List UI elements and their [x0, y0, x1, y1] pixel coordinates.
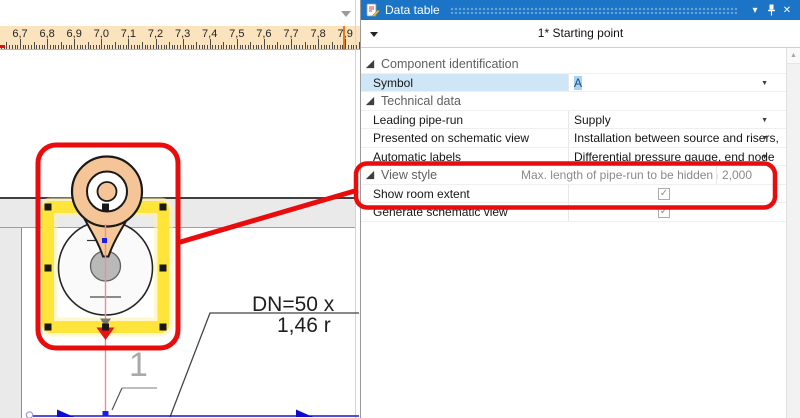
- panel-title: Data table: [385, 3, 440, 17]
- property-value[interactable]: ✓: [569, 185, 786, 203]
- length-dimension-label: 1,46 r: [277, 314, 360, 338]
- checkbox[interactable]: ✓: [658, 188, 670, 200]
- value-text: Supply: [574, 113, 611, 127]
- value-text: Differential pressure gauge, end node: [574, 150, 775, 164]
- scroll-up-button[interactable]: ▲: [787, 48, 800, 64]
- data-table-icon: [366, 3, 380, 17]
- group-label: View style: [381, 166, 437, 184]
- property-value[interactable]: ✓: [569, 203, 786, 221]
- property-label[interactable]: Symbol: [361, 74, 569, 92]
- property-row: Automatic labelsDifferential pressure ga…: [361, 148, 786, 167]
- drawing-canvas[interactable]: 6,76,86,97,07,17,27,37,47,57,67,77,87,9: [0, 0, 360, 418]
- item-number-label: 1: [129, 346, 148, 385]
- selection-handle[interactable]: [102, 324, 109, 331]
- property-label[interactable]: Automatic labels: [361, 148, 569, 166]
- property-row: Show room extent ✓: [361, 185, 786, 204]
- selection-handle[interactable]: [45, 265, 52, 272]
- value-text: 2,000: [722, 168, 752, 182]
- expander-icon[interactable]: [365, 170, 375, 180]
- property-value[interactable]: Installation between source and risers,▼: [569, 129, 786, 147]
- group-label: Component identification: [381, 55, 519, 73]
- pin-icon: [767, 4, 776, 16]
- panel-titlebar[interactable]: Data table ▾ ✕: [361, 0, 800, 20]
- property-grid: Component identificationSymbolA▼Technica…: [361, 55, 786, 222]
- selection-handle[interactable]: [160, 265, 167, 272]
- selection-handle[interactable]: [102, 204, 109, 211]
- property-row: Presented on schematic viewInstallation …: [361, 129, 786, 148]
- value-text: Installation between source and risers,: [574, 131, 779, 145]
- checkbox[interactable]: ✓: [658, 206, 670, 218]
- window-close-icon[interactable]: ✕: [779, 2, 795, 18]
- window-collapse-caret-icon[interactable]: ▾: [747, 2, 763, 18]
- expander-icon[interactable]: [365, 96, 375, 106]
- dropdown-caret-icon[interactable]: ▼: [761, 130, 768, 147]
- app-screen: 6,76,86,97,07,17,27,37,47,57,67,77,87,9: [0, 0, 800, 418]
- selection-handle[interactable]: [160, 324, 167, 331]
- property-row: SymbolA▼: [361, 74, 786, 93]
- unit-label: m: [717, 166, 718, 184]
- vertical-scrollbar[interactable]: ▲: [786, 48, 800, 418]
- property-value[interactable]: Supply ▼: [569, 111, 786, 129]
- property-label[interactable]: Presented on schematic view: [361, 129, 569, 147]
- pin-marker-center: [98, 182, 117, 201]
- dropdown-caret-icon[interactable]: ▼: [761, 149, 768, 166]
- drawing-geometry: [0, 0, 360, 418]
- titlebar-grip[interactable]: [450, 6, 737, 14]
- group-row[interactable]: Component identification: [361, 55, 786, 74]
- data-table-panel: Data table ▾ ✕ 1* Starting point Compone…: [360, 0, 800, 418]
- property-value[interactable]: 2,000 m: [717, 166, 752, 184]
- dropdown-caret-icon[interactable]: ▼: [761, 75, 768, 92]
- selection-handle[interactable]: [45, 204, 52, 211]
- property-row: Leading pipe-run Supply ▼: [361, 111, 786, 130]
- dropdown-caret-icon[interactable]: ▼: [761, 112, 768, 129]
- property-label[interactable]: Show room extent: [361, 185, 569, 203]
- selection-handle[interactable]: [45, 324, 52, 331]
- property-row: Generate schematic view ✓: [361, 203, 786, 222]
- property-label[interactable]: Generate schematic view: [361, 203, 569, 221]
- insert-point-dot: [102, 238, 107, 243]
- property-row: Max. length of pipe-run to be hidden2,00…: [509, 166, 752, 185]
- property-value[interactable]: Differential pressure gauge, end node▼: [569, 148, 786, 166]
- pipe-flow-arrow: [57, 410, 74, 418]
- property-value[interactable]: A▼: [569, 74, 786, 92]
- selected-component-name: 1* Starting point: [361, 20, 800, 47]
- item-number-leader: [112, 388, 122, 410]
- component-selector[interactable]: 1* Starting point: [361, 20, 800, 48]
- selection-handle[interactable]: [160, 204, 167, 211]
- expander-icon[interactable]: [365, 59, 375, 69]
- pipe-junction-mark: [103, 411, 109, 417]
- selector-caret-icon[interactable]: [370, 32, 378, 37]
- property-label[interactable]: Leading pipe-run: [361, 111, 569, 129]
- group-row[interactable]: Technical data: [361, 92, 786, 111]
- pipe-end-node: [26, 412, 32, 418]
- group-label: Technical data: [381, 92, 461, 110]
- window-pin-icon[interactable]: [763, 2, 779, 18]
- value-text: A: [574, 76, 582, 90]
- property-label[interactable]: Max. length of pipe-run to be hidden: [509, 166, 717, 184]
